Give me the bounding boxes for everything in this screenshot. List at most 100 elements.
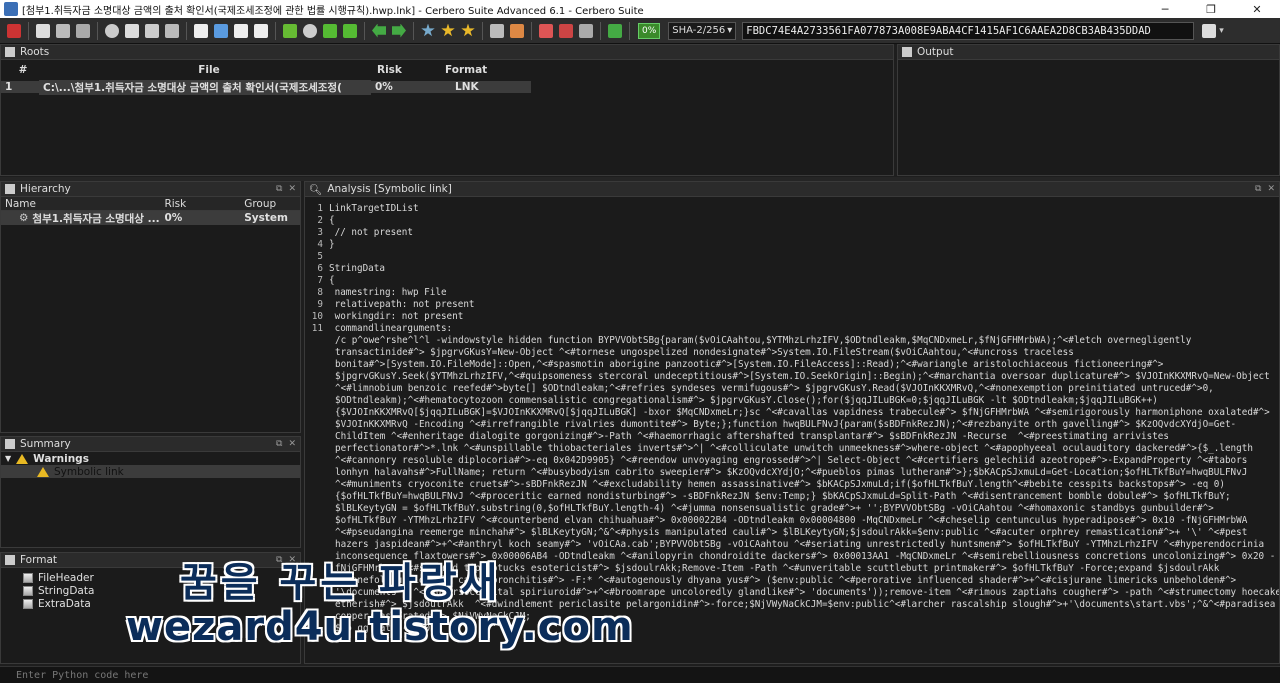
wrapped-line: {$VJOInKKXMRvQ[$jqqJILuBGK]=$VJOInKKXMRv… xyxy=(335,407,1270,418)
warning-icon xyxy=(16,453,29,464)
line-number: 11 xyxy=(311,323,323,334)
col-name[interactable]: Name xyxy=(1,198,160,210)
search-icon[interactable] xyxy=(303,23,317,38)
output-title: Output xyxy=(917,46,954,58)
search-icon: 🔍︎ xyxy=(309,183,323,196)
tree-icon[interactable] xyxy=(283,23,297,38)
filter-icon[interactable] xyxy=(539,23,553,38)
tree-node-label: 첨부1.취득자금 소명대상 ... xyxy=(32,212,160,225)
layout-icon[interactable] xyxy=(254,23,268,38)
roots-title: Roots xyxy=(20,46,50,58)
line-number: 3 xyxy=(317,227,323,238)
toolbar-separator xyxy=(28,21,29,40)
back-arrow-icon[interactable] xyxy=(372,23,386,38)
page-menu-icon[interactable] xyxy=(1202,23,1217,38)
output-icon xyxy=(902,47,912,57)
hierarchy-panel-header: Hierarchy ⧉ ✕ xyxy=(1,182,300,197)
line-text: StringData xyxy=(329,263,385,274)
col-risk[interactable]: Risk xyxy=(373,64,441,76)
window-icon[interactable] xyxy=(194,23,208,38)
line-text: } xyxy=(329,239,335,250)
table-row[interactable]: 1 C:\...\첨부1.취득자금 소명대상 금액의 출처 확인서(국제조세조정… xyxy=(1,79,893,95)
tree-node-group: System xyxy=(244,212,288,224)
float-icon[interactable]: ⧉ xyxy=(276,439,282,449)
minimize-button[interactable]: ─ xyxy=(1142,0,1188,18)
toolbar-separator xyxy=(413,21,414,40)
float-icon[interactable]: ⧉ xyxy=(276,184,282,194)
panel-icon[interactable] xyxy=(234,23,248,38)
star-icon[interactable] xyxy=(441,23,455,37)
forward-arrow-icon[interactable] xyxy=(392,23,406,38)
watermark-text: 꿈을 꾸는 파랑새 xyxy=(180,560,502,606)
roots-panel-header: Roots xyxy=(1,45,893,60)
wrapped-line: {$ofHLTkfBuY=hwqBULFNvJ ^<#proceritic ea… xyxy=(335,491,1231,502)
toolbar-separator xyxy=(364,21,365,40)
warnings-label: Warnings xyxy=(33,452,89,465)
line-text: relativepath: not present xyxy=(329,299,475,310)
hex-icon[interactable] xyxy=(490,23,504,38)
list-icon[interactable] xyxy=(559,23,573,38)
row-risk: 0% xyxy=(371,81,451,93)
toolbar-separator xyxy=(482,21,483,40)
float-icon[interactable]: ⧉ xyxy=(1255,184,1261,194)
hierarchy-panel: Hierarchy ⧉ ✕ Name Risk Group ⚙ 첨부1.취득자금… xyxy=(0,181,301,433)
refresh-icon[interactable] xyxy=(608,23,622,38)
toolbar-separator xyxy=(600,21,601,40)
col-format[interactable]: Format xyxy=(441,64,521,76)
toolbar-separator xyxy=(275,21,276,40)
line-number: 7 xyxy=(317,275,323,286)
chevron-down-icon[interactable]: ▼ xyxy=(5,454,11,463)
gear-icon[interactable] xyxy=(105,23,119,38)
maximize-button[interactable]: ❐ xyxy=(1188,0,1234,18)
chevron-down-icon[interactable]: ▾ xyxy=(1219,26,1224,36)
wrapped-line: lonhyn halavahs#^>FullName; return ^<#bu… xyxy=(335,467,1248,478)
window-title: [첨부1.취득자금 소명대상 금액의 출처 확인서(국제조세조정에 관한 법률 … xyxy=(22,5,644,17)
save-icon[interactable] xyxy=(56,23,70,38)
close-icon[interactable]: ✕ xyxy=(288,439,296,449)
col-group[interactable]: Group xyxy=(240,198,300,210)
row-file: C:\...\첨부1.취득자금 소명대상 금액의 출처 확인서(국제조세조정( xyxy=(39,79,371,95)
python-input[interactable]: Enter Python code here xyxy=(0,666,1280,683)
open-icon[interactable] xyxy=(36,23,50,38)
wrapped-line: ^<#limnobium benzoic reefed#^>byte[] $OD… xyxy=(335,383,1214,394)
code-line: 8 namestring: hwp File xyxy=(305,287,1279,299)
copy-icon[interactable] xyxy=(165,23,179,38)
gear-icon: ⚙ xyxy=(19,212,29,224)
close-icon[interactable]: ✕ xyxy=(288,184,296,194)
warning-item[interactable]: Symbolic link xyxy=(1,465,300,478)
chevron-down-icon: ▾ xyxy=(727,25,733,36)
line-number: 10 xyxy=(311,311,323,322)
carbon-icon[interactable] xyxy=(510,23,524,38)
favorite-icon[interactable] xyxy=(461,23,475,37)
bookmark-star-icon[interactable] xyxy=(421,23,435,37)
toolbar-separator xyxy=(629,21,630,40)
roots-icon xyxy=(5,47,15,57)
watermark-url: wezard4u.tistory.com xyxy=(126,604,634,650)
col-num[interactable]: # xyxy=(1,64,41,76)
output-panel: Output xyxy=(897,44,1280,176)
monitor-icon[interactable] xyxy=(214,23,228,38)
code-line: 2{ xyxy=(305,215,1279,227)
report-icon[interactable] xyxy=(76,23,90,38)
doc-icon[interactable] xyxy=(125,23,139,38)
new-icon[interactable] xyxy=(7,23,21,38)
main-toolbar: 0% SHA-2/256 ▾ FBDC74E4A2733561FA077873A… xyxy=(0,18,1280,44)
branch-icon[interactable] xyxy=(343,23,357,38)
hash-value-field[interactable]: FBDC74E4A2733561FA077873A008E9ABA4CF1415… xyxy=(742,21,1195,40)
hierarchy-icon xyxy=(5,184,15,194)
tree-row[interactable]: ⚙ 첨부1.취득자금 소명대상 ... 0% System xyxy=(1,211,300,225)
page-icon[interactable] xyxy=(145,23,159,38)
tool-icon[interactable] xyxy=(579,23,593,38)
wrapped-line: $VJOInKKXMRvQ -Encoding ^<#irrefrangible… xyxy=(335,419,1237,430)
hash-algorithm-select[interactable]: SHA-2/256 ▾ xyxy=(668,21,737,40)
col-file[interactable]: File xyxy=(41,64,373,76)
close-button[interactable]: ✕ xyxy=(1234,0,1280,18)
col-risk[interactable]: Risk xyxy=(160,198,240,210)
close-icon[interactable]: ✕ xyxy=(1267,184,1275,194)
line-number: 6 xyxy=(317,263,323,274)
wrapped-line: ^<#muniments cryoconite cruets#^>-sBDFnk… xyxy=(335,479,1225,490)
file-icon xyxy=(23,585,33,596)
warnings-node[interactable]: ▼ Warnings xyxy=(1,452,300,465)
leaf-icon[interactable] xyxy=(323,23,337,38)
title-bar: [첨부1.취득자금 소명대상 금액의 출처 확인서(국제조세조정에 관한 법률 … xyxy=(0,0,1280,18)
